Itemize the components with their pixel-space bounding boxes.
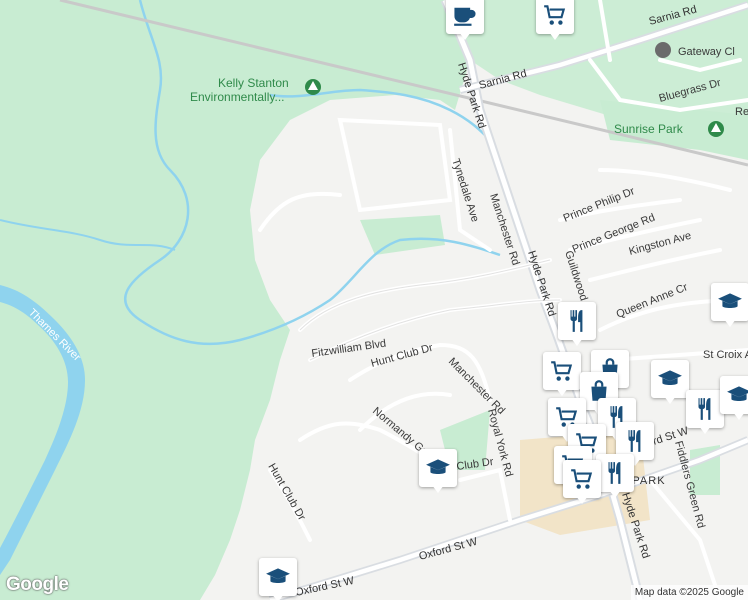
place-marker-gateway (655, 42, 671, 58)
poi-grocery-north[interactable] (536, 0, 574, 40)
label-st-croix: St Croix A (703, 349, 748, 361)
shopping-cart-icon (571, 469, 593, 489)
cafe-icon (454, 7, 476, 26)
school-icon (266, 568, 290, 583)
label-guildwood: Guildwood (562, 249, 589, 302)
poi-grocery-e[interactable] (563, 460, 601, 504)
poi-grocery-a[interactable] (543, 352, 581, 396)
restaurant-icon (698, 398, 711, 420)
poi-school-b[interactable] (711, 283, 748, 327)
school-icon (658, 370, 682, 385)
label-sunrise-park: Sunrise Park (614, 122, 684, 136)
poi-cafe[interactable] (446, 0, 484, 40)
restaurant-icon (628, 430, 641, 452)
label-oxford-1: Oxford St W (294, 575, 356, 599)
label-gateway: Gateway Cl (678, 46, 735, 58)
google-logo: Google (6, 574, 69, 595)
label-kelly-stanton-1: Kelly Stanton (218, 76, 289, 90)
map-view[interactable]: Kelly Stanton Environmentally... Sunrise… (0, 0, 748, 600)
poi-school-e[interactable] (720, 376, 748, 420)
school-icon (727, 386, 748, 401)
shopping-cart-icon (544, 5, 566, 25)
map-base-layer: Kelly Stanton Environmentally... Sunrise… (0, 0, 748, 600)
label-hunt-club-3: Hunt Club Dr (265, 462, 307, 523)
label-kelly-stanton-2: Environmentally... (190, 90, 284, 104)
poi-school-a[interactable] (651, 360, 689, 404)
poi-restaurant-b[interactable] (686, 390, 724, 434)
poi-restaurant-a[interactable] (558, 302, 596, 346)
restaurant-icon (608, 462, 621, 484)
poi-restaurant-e[interactable] (596, 454, 634, 498)
label-prince-philip: Prince Philip Dr (562, 185, 637, 225)
small-park-a (360, 215, 445, 255)
label-hyde-park-rd-2: Hyde Park Rd (525, 249, 558, 318)
school-icon (426, 459, 450, 474)
map-attribution[interactable]: Map data ©2025 Google (630, 585, 748, 600)
label-tynedale: Tynedale Ave (449, 157, 481, 223)
restaurant-icon (570, 310, 583, 332)
label-queen-anne: Queen Anne Cr (615, 281, 690, 321)
poi-school-c[interactable] (419, 449, 457, 493)
label-re: Re (735, 106, 748, 118)
poi-school-d[interactable] (259, 558, 297, 600)
school-icon (718, 293, 742, 308)
shopping-cart-icon (551, 361, 573, 381)
